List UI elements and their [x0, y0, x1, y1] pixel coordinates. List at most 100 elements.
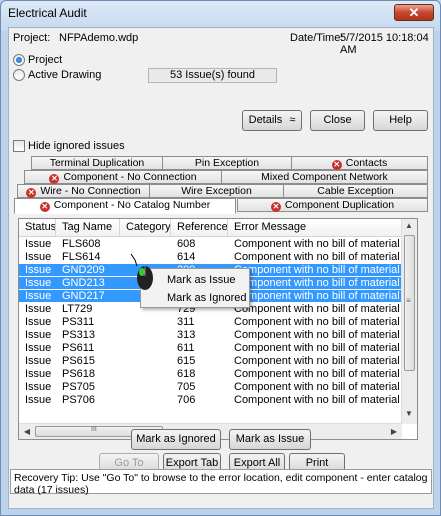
vertical-scrollbar[interactable]: ▲ ≡ ▼ — [401, 219, 417, 424]
hide-ignored-label: Hide ignored issues — [28, 140, 125, 152]
tab-pin-exception[interactable]: Pin Exception — [162, 156, 292, 170]
cell-tag-name: GND213 — [62, 277, 105, 289]
cell-status: Issue — [25, 303, 52, 315]
cell-status: Issue — [25, 355, 52, 367]
cell-status: Issue — [25, 238, 52, 250]
error-x-icon: ✕ — [39, 202, 50, 212]
collapse-chevrons-icon: ≈ — [289, 114, 296, 126]
tab-mixed-component-network[interactable]: Mixed Component Network — [221, 170, 428, 184]
cell-tag-name: PS618 — [62, 368, 96, 380]
table-row[interactable]: Issue PS311 311 Component with no bill of m… — [19, 316, 411, 328]
cell-error-message: Component with no bill of material part … — [234, 251, 402, 263]
cell-error-message: Component with no bill of material part … — [234, 329, 402, 341]
tab-label: Component Duplication — [284, 199, 395, 211]
tab-contacts[interactable]: ✕ Contacts — [291, 156, 428, 170]
cell-tag-name: FLS608 — [62, 238, 101, 250]
cell-error-message: Component with no bill of material part … — [234, 394, 402, 406]
error-x-icon: ✕ — [270, 202, 281, 212]
close-button[interactable]: Close — [310, 110, 365, 131]
column-header-tag-name[interactable]: Tag Name — [56, 219, 120, 237]
cell-reference: 614 — [177, 251, 196, 263]
table-row[interactable]: Issue PS618 618 Component with no bill of m… — [19, 368, 411, 380]
table-row[interactable]: Issue FLS608 608 Component with no bill of … — [19, 238, 411, 250]
cell-status: Issue — [25, 316, 52, 328]
tab-wire-no-connection[interactable]: ✕ Wire - No Connection — [17, 184, 150, 198]
close-window-button[interactable]: ✕ — [394, 4, 434, 21]
cell-tag-name: GND217 — [62, 290, 105, 302]
cell-tag-name: FLS614 — [62, 251, 101, 263]
mark-as-issue-button[interactable]: Mark as Issue — [229, 429, 311, 450]
cell-status: Issue — [25, 381, 52, 393]
cell-category — [120, 368, 171, 380]
cell-reference: 313 — [177, 329, 196, 341]
tab-label: Pin Exception — [194, 157, 260, 169]
error-x-icon: ✕ — [49, 174, 60, 184]
cell-error-message: Component with no bill of material part … — [234, 342, 402, 354]
active-drawing-radio-label: Active Drawing — [28, 69, 102, 81]
cell-reference: 615 — [177, 355, 196, 367]
active-drawing-radio[interactable] — [13, 69, 25, 81]
cell-reference: 311 — [177, 316, 195, 328]
scroll-down-icon[interactable]: ▼ — [402, 409, 416, 418]
cell-status: Issue — [25, 290, 52, 302]
cell-error-message: Component with no bill of material part … — [234, 264, 402, 276]
cell-reference: 618 — [177, 368, 196, 380]
cell-reference: 705 — [177, 381, 196, 393]
cell-error-message: Component with no bill of material part … — [234, 303, 402, 315]
cell-status: Issue — [25, 394, 52, 406]
table-row[interactable]: Issue PS313 313 Component with no bill of m… — [19, 329, 411, 341]
cell-category — [120, 394, 171, 406]
issues-grid[interactable]: Status Tag Name Category Reference Error… — [18, 218, 418, 440]
tab-label: Component - No Connection — [63, 171, 197, 183]
tab-label: Cable Exception — [317, 185, 394, 197]
table-row[interactable]: Issue PS611 611 Component with no bill of m… — [19, 342, 411, 354]
vertical-scroll-thumb[interactable]: ≡ — [404, 235, 415, 371]
table-row[interactable]: Issue FLS614 614 Component with no bill of … — [19, 251, 411, 263]
cell-tag-name: PS615 — [62, 355, 96, 367]
cell-error-message: Component with no bill of material part … — [234, 238, 402, 250]
tab-component-no-catalog-number[interactable]: ✕ Component - No Catalog Number — [14, 198, 236, 214]
table-row[interactable]: Issue PS615 615 Component with no bill of m… — [19, 355, 411, 367]
status-bar: Recovery Tip: Use "Go To" to browse to t… — [10, 469, 432, 496]
tab-terminal-duplication[interactable]: Terminal Duplication — [31, 156, 163, 170]
datetime-label: Date/Time: — [290, 32, 344, 44]
tab-label: Wire - No Connection — [40, 185, 141, 197]
cell-category — [120, 329, 171, 341]
cell-status: Issue — [25, 277, 52, 289]
details-button[interactable]: Details ≈ — [242, 110, 302, 131]
column-header-error-message[interactable]: Error Message — [228, 219, 402, 237]
tab-cable-exception[interactable]: Cable Exception — [283, 184, 428, 198]
table-row[interactable]: Issue PS705 705 Component with no bill of m… — [19, 381, 411, 393]
mark-as-ignored-button[interactable]: Mark as Ignored — [131, 429, 221, 450]
tab-label: Component - No Catalog Number — [53, 199, 211, 211]
help-button[interactable]: Help — [373, 110, 428, 131]
cell-tag-name: PS705 — [62, 381, 96, 393]
cell-reference: 611 — [177, 342, 195, 354]
column-header-reference[interactable]: Reference — [171, 219, 228, 237]
cell-error-message: Component with no bill of material part … — [234, 290, 402, 302]
cell-status: Issue — [25, 368, 52, 380]
scroll-up-icon[interactable]: ▲ — [402, 221, 416, 230]
error-x-icon: ✕ — [26, 188, 37, 198]
cell-category — [120, 342, 171, 354]
dialog-body: Project: NFPAdemo.wdp Date/Time: 5/7/201… — [8, 27, 434, 509]
tab-wire-exception[interactable]: Wire Exception — [149, 184, 284, 198]
scroll-right-icon[interactable]: ▶ — [387, 427, 401, 436]
cell-tag-name: PS611 — [62, 342, 95, 354]
tab-label: Contacts — [345, 157, 388, 169]
tab-component-duplication[interactable]: ✕ Component Duplication — [237, 198, 428, 212]
grip-icon: ≡ — [406, 296, 411, 305]
table-row[interactable]: Issue PS706 706 Component with no bill of m… — [19, 394, 411, 406]
cell-category — [120, 238, 171, 250]
scroll-left-icon[interactable]: ◀ — [20, 427, 34, 436]
hide-ignored-checkbox[interactable] — [13, 140, 25, 152]
title-bar: Electrical Audit ✕ — [1, 1, 440, 23]
tab-component-no-connection[interactable]: ✕ Component - No Connection — [24, 170, 222, 184]
tab-label: Terminal Duplication — [49, 157, 145, 169]
cell-error-message: Component with no bill of material part … — [234, 368, 402, 380]
column-header-status[interactable]: Status — [19, 219, 56, 237]
column-header-category[interactable]: Category — [120, 219, 171, 237]
project-radio[interactable] — [13, 54, 25, 66]
datetime-value: 5/7/2015 10:18:04 AM — [340, 32, 429, 56]
error-x-icon: ✕ — [331, 160, 342, 170]
